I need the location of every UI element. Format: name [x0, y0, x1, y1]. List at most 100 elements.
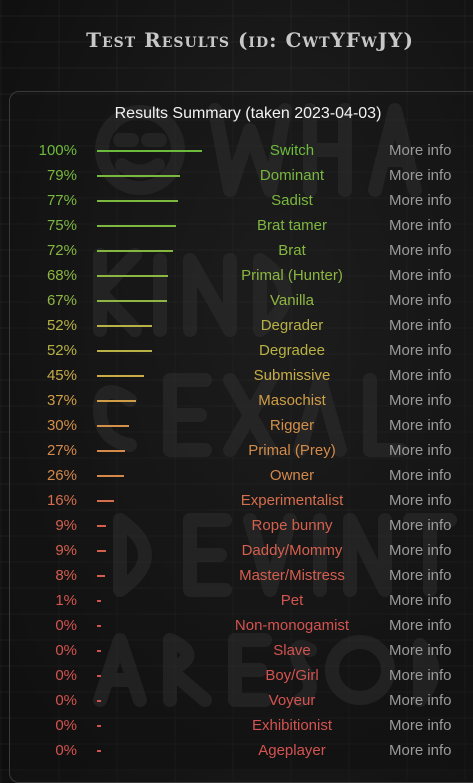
more-info-link[interactable]: More info	[389, 342, 452, 359]
result-row: 45% Submissive More info	[0, 364, 473, 389]
more-info-link[interactable]: More info	[389, 417, 452, 434]
result-bar	[97, 425, 129, 427]
result-row: 9% Rope bunny More info	[0, 514, 473, 539]
result-bar	[97, 525, 106, 527]
result-percentage: 72%	[46, 242, 77, 259]
results-list: 100% Switch More info 79% Dominant More info 7…	[0, 139, 473, 764]
result-label: Boy/Girl	[265, 667, 319, 684]
result-percentage: 27%	[46, 442, 77, 459]
result-percentage: 0%	[55, 642, 77, 659]
result-bar	[97, 575, 105, 577]
result-row: 79% Dominant More info	[0, 164, 473, 189]
result-label: Pet	[280, 592, 304, 609]
result-row: 75% Brat tamer More info	[0, 214, 473, 239]
result-bar	[97, 250, 173, 252]
result-percentage: 0%	[55, 742, 77, 759]
result-label: Rope bunny	[251, 517, 333, 534]
more-info-link[interactable]: More info	[389, 517, 452, 534]
more-info-link[interactable]: More info	[389, 142, 452, 159]
result-row: 27% Primal (Prey) More info	[0, 439, 473, 464]
result-label: Daddy/Mommy	[241, 542, 343, 559]
more-info-link[interactable]: More info	[389, 317, 452, 334]
more-info-link[interactable]: More info	[389, 692, 452, 709]
result-percentage: 37%	[46, 392, 77, 409]
result-row: 100% Switch More info	[0, 139, 473, 164]
result-bar	[97, 375, 144, 377]
result-bar	[97, 475, 124, 477]
result-label: Ageplayer	[258, 742, 326, 759]
page-title: Test Results (id: CwtYFwJY)	[86, 28, 414, 52]
result-percentage: 77%	[46, 192, 77, 209]
more-info-link[interactable]: More info	[389, 242, 452, 259]
result-percentage: 67%	[46, 292, 77, 309]
result-row: 77% Sadist More info	[0, 189, 473, 214]
result-label: Non-monogamist	[234, 617, 350, 634]
result-row: 0% Non-monogamist More info	[0, 614, 473, 639]
result-bar	[97, 225, 176, 227]
result-row: 9% Daddy/Mommy More info	[0, 539, 473, 564]
more-info-link[interactable]: More info	[389, 717, 452, 734]
more-info-link[interactable]: More info	[389, 267, 452, 284]
more-info-link[interactable]: More info	[389, 392, 452, 409]
result-label: Brat	[278, 242, 306, 259]
more-info-link[interactable]: More info	[389, 542, 452, 559]
more-info-link[interactable]: More info	[389, 442, 452, 459]
result-label: Sadist	[271, 192, 313, 209]
result-percentage: 30%	[46, 417, 77, 434]
more-info-link[interactable]: More info	[389, 192, 452, 209]
result-row: 0% Ageplayer More info	[0, 739, 473, 764]
more-info-link[interactable]: More info	[389, 642, 452, 659]
result-bar	[97, 275, 168, 277]
result-bar	[97, 450, 125, 452]
result-label: Vanilla	[270, 292, 314, 309]
result-bar	[97, 750, 101, 752]
more-info-link[interactable]: More info	[389, 592, 452, 609]
result-percentage: 16%	[46, 492, 77, 509]
more-info-link[interactable]: More info	[389, 217, 452, 234]
result-label: Rigger	[269, 417, 315, 434]
result-row: 30% Rigger More info	[0, 414, 473, 439]
more-info-link[interactable]: More info	[389, 492, 452, 509]
result-bar	[97, 600, 101, 602]
result-bar	[97, 200, 178, 202]
result-label: Brat tamer	[256, 217, 328, 234]
more-info-link[interactable]: More info	[389, 567, 452, 584]
result-row: 0% Voyeur More info	[0, 689, 473, 714]
result-label: Switch	[269, 142, 315, 159]
result-percentage: 100%	[38, 142, 77, 159]
result-percentage: 75%	[46, 217, 77, 234]
result-bar	[97, 700, 101, 702]
more-info-link[interactable]: More info	[389, 742, 452, 759]
more-info-link[interactable]: More info	[389, 292, 452, 309]
result-label: Slave	[273, 642, 311, 659]
more-info-link[interactable]: More info	[389, 467, 452, 484]
more-info-link[interactable]: More info	[389, 367, 452, 384]
result-row: 37% Masochist More info	[0, 389, 473, 414]
result-bar	[97, 500, 114, 502]
result-percentage: 52%	[46, 317, 77, 334]
result-percentage: 45%	[46, 367, 77, 384]
result-percentage: 9%	[55, 517, 77, 534]
result-percentage: 68%	[46, 267, 77, 284]
result-percentage: 9%	[55, 542, 77, 559]
result-row: 16% Experimentalist More info	[0, 489, 473, 514]
more-info-link[interactable]: More info	[389, 667, 452, 684]
result-row: 1% Pet More info	[0, 589, 473, 614]
result-label: Primal (Prey)	[248, 442, 336, 459]
result-label: Dominant	[259, 167, 325, 184]
result-label: Owner	[269, 467, 315, 484]
result-label: Masochist	[258, 392, 326, 409]
result-label: Voyeur	[268, 692, 316, 709]
result-bar	[97, 625, 101, 627]
result-bar	[97, 175, 180, 177]
result-bar	[97, 350, 152, 352]
result-label: Submissive	[253, 367, 331, 384]
more-info-link[interactable]: More info	[389, 617, 452, 634]
result-label: Exhibitionist	[251, 717, 333, 734]
result-percentage: 52%	[46, 342, 77, 359]
more-info-link[interactable]: More info	[389, 167, 452, 184]
result-bar	[97, 300, 167, 302]
result-percentage: 0%	[55, 717, 77, 734]
result-row: 68% Primal (Hunter) More info	[0, 264, 473, 289]
result-bar	[97, 675, 101, 677]
